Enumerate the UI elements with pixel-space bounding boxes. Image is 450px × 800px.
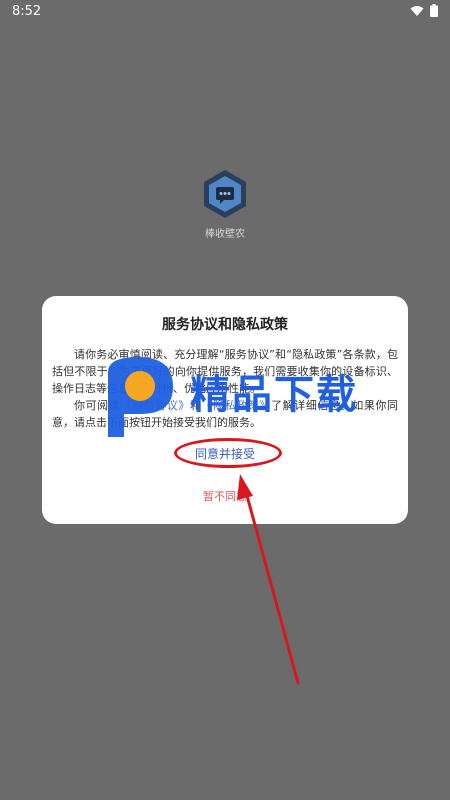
paragraph-2-and: 和 bbox=[189, 399, 202, 412]
dialog-paragraph-2: 你可阅读《服务协议》和《隐私政策》了解详细信息。如果你同意，请点击下面按钮开始接… bbox=[52, 397, 398, 431]
app-name: 棒收壁农 bbox=[205, 229, 245, 240]
dialog-body: 请你务必审慎阅读、充分理解“服务协议”和“隐私政策”各条款，包括但不限于：为了更… bbox=[52, 346, 398, 431]
battery-icon bbox=[430, 4, 438, 17]
status-bar: 8:52 bbox=[0, 0, 450, 24]
paragraph-2-prefix: 你可阅读 bbox=[74, 399, 121, 412]
wifi-icon bbox=[410, 5, 424, 16]
privacy-dialog: 服务协议和隐私政策 请你务必审慎阅读、充分理解“服务协议”和“隐私政策”各条款，… bbox=[42, 296, 408, 524]
app-logo-icon bbox=[204, 170, 246, 218]
privacy-policy-link[interactable]: 《隐私政策》 bbox=[202, 399, 272, 412]
service-agreement-link[interactable]: 《服务协议》 bbox=[120, 399, 190, 412]
status-icons bbox=[410, 4, 438, 17]
disagree-button[interactable]: 暂不同意 bbox=[42, 488, 408, 504]
annotation-ellipse bbox=[174, 438, 282, 468]
dialog-title: 服务协议和隐私政策 bbox=[162, 317, 288, 333]
dialog-paragraph-1: 请你务必审慎阅读、充分理解“服务协议”和“隐私政策”各条款，包括但不限于：为了更… bbox=[52, 348, 398, 395]
status-time: 8:52 bbox=[12, 4, 42, 19]
